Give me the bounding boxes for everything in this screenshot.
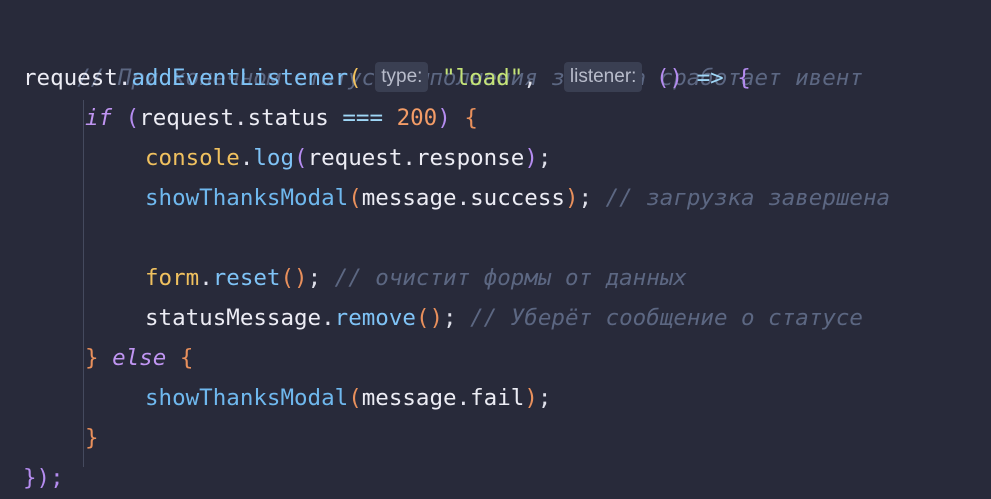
code-line-7[interactable]: form.reset(); // очистит формы от данных — [145, 258, 687, 298]
parens: () — [280, 265, 308, 291]
function-showThanksModal: showThanksModal — [145, 385, 349, 411]
open-paren: ( — [348, 385, 362, 411]
number-200: 200 — [396, 105, 438, 131]
comment: // Уберёт сообщение о статусе — [470, 305, 863, 331]
arrow-params: () — [655, 65, 684, 91]
code-line-10[interactable]: showThanksModal(message.fail); — [145, 378, 551, 418]
semicolon: ; — [307, 265, 322, 291]
semicolon: ; — [578, 185, 593, 211]
close-brace: } — [85, 345, 99, 371]
identifier-request: request — [139, 105, 235, 131]
code-line-4[interactable]: console.log(request.response); — [145, 138, 551, 178]
dot: . — [239, 145, 254, 171]
identifier-statusMessage: statusMessage — [145, 305, 322, 331]
arrow-operator: => — [696, 65, 724, 91]
method-addEventListener: addEventListener — [131, 65, 349, 91]
parens: () — [415, 305, 444, 331]
open-paren: ( — [125, 105, 140, 131]
identifier-message: message — [361, 185, 457, 211]
indent-guide-level-2 — [83, 140, 84, 340]
property-response: response — [415, 145, 525, 171]
code-line-8[interactable]: statusMessage.remove(); // Уберёт сообще… — [145, 298, 863, 338]
comment: // загрузка завершена — [605, 185, 891, 211]
open-paren: ( — [348, 185, 362, 211]
close-paren: ) — [564, 185, 579, 211]
dot: . — [456, 185, 471, 211]
identifier-request: request — [307, 145, 403, 171]
close-paren: ) — [524, 385, 538, 411]
code-line-1[interactable]: // При конечном статусе выполнения запро… — [23, 18, 863, 91]
comment: // очистит формы от данных — [334, 265, 687, 291]
comma: , — [523, 65, 537, 91]
function-showThanksModal: showThanksModal — [145, 185, 349, 211]
close-brace: } — [85, 425, 99, 451]
code-line-11[interactable]: } — [85, 418, 99, 458]
identifier-form: form — [145, 265, 200, 291]
open-brace: { — [179, 345, 194, 371]
code-editor[interactable]: // При конечном статусе выполнения запро… — [0, 0, 991, 499]
dot: . — [402, 145, 416, 171]
identifier-console: console — [145, 145, 240, 171]
code-line-2[interactable]: request.addEventListener( type: "load", … — [23, 58, 751, 98]
method-log: log — [253, 145, 295, 171]
property-status: status — [247, 105, 329, 131]
open-brace: { — [464, 105, 478, 131]
method-remove: remove — [334, 305, 416, 331]
param-hint-type: type: — [375, 62, 429, 92]
dot: . — [456, 385, 471, 411]
keyword-else: else — [112, 345, 167, 371]
property-success: success — [470, 185, 565, 211]
open-paren: ( — [294, 145, 308, 171]
keyword-if: if — [85, 105, 113, 131]
close-listener: }); — [23, 465, 64, 491]
strict-equals-operator: === — [342, 105, 384, 131]
semicolon: ; — [537, 145, 552, 171]
semicolon: ; — [537, 385, 552, 411]
open-paren: ( — [348, 65, 362, 91]
open-brace: { — [737, 65, 751, 91]
dot: . — [117, 65, 132, 91]
semicolon: ; — [443, 305, 457, 331]
code-line-9[interactable]: } else { — [85, 338, 193, 378]
string-load: "load" — [441, 65, 524, 91]
dot: . — [199, 265, 213, 291]
method-reset: reset — [212, 265, 281, 291]
identifier-request: request — [23, 65, 118, 91]
indent-guide-else — [83, 382, 84, 422]
identifier-message: message — [361, 385, 457, 411]
close-paren: ) — [524, 145, 538, 171]
code-line-5[interactable]: showThanksModal(message.success); // заг… — [145, 178, 890, 218]
code-line-3[interactable]: if (request.status === 200) { — [85, 98, 478, 138]
param-hint-listener: listener: — [563, 62, 643, 92]
dot: . — [234, 105, 248, 131]
code-line-12[interactable]: }); — [23, 458, 64, 498]
dot: . — [321, 305, 335, 331]
close-paren: ) — [437, 105, 451, 131]
property-fail: fail — [470, 385, 525, 411]
